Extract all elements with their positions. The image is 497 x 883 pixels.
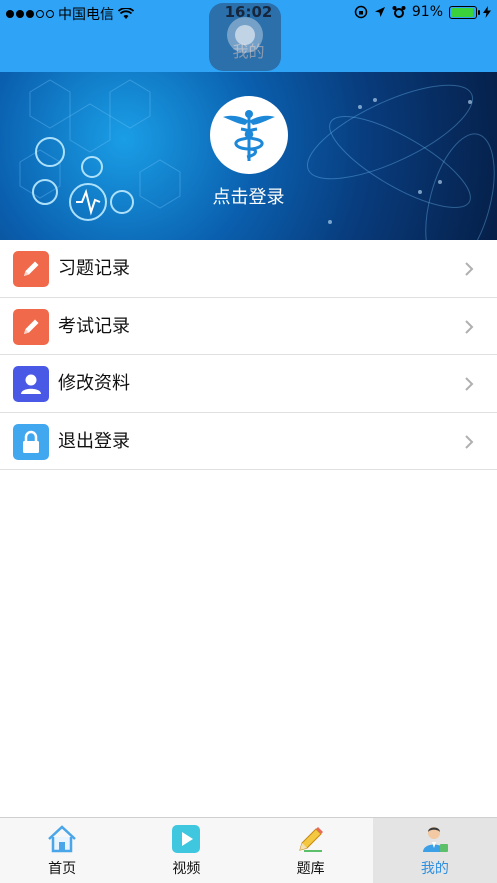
location-icon [374,7,385,17]
user-icon [13,366,49,402]
battery-percent: 91% [411,4,443,20]
assistive-touch-button[interactable] [209,3,281,71]
battery-icon [449,5,480,19]
tab-label: 视频 [172,861,201,877]
top-bar: 中国电信 16:02 91% [0,0,497,72]
lock-icon [13,423,49,460]
tab-profile[interactable]: 我的 [372,818,497,883]
charging-icon [483,6,491,18]
alarm-icon [392,6,406,18]
profile-banner: 点击登录 [0,72,497,240]
chevron-right-icon [465,434,474,449]
tab-label: 题库 [296,861,325,877]
tab-home[interactable]: 首页 [0,818,124,883]
chevron-right-icon [465,377,474,391]
tab-bar: 首页 视频 题库 我的 [0,817,497,883]
tab-question-bank[interactable]: 题库 [249,818,373,883]
question-bank-icon [298,827,323,852]
profile-icon [422,827,448,852]
menu-item-exam-records[interactable]: 考试记录 [0,297,497,355]
menu-list: 习题记录 考试记录 修改资料 退出登录 [0,240,497,470]
tab-video[interactable]: 视频 [124,818,248,883]
video-icon [172,825,201,853]
rotation-lock-icon [354,5,368,19]
tab-label: 首页 [48,861,77,877]
menu-item-edit-profile[interactable]: 修改资料 [0,355,497,413]
menu-item-exercise-records[interactable]: 习题记录 [0,240,497,298]
menu-item-label: 考试记录 [58,315,130,337]
chevron-right-icon [465,262,474,276]
menu-item-label: 退出登录 [58,430,130,452]
login-link[interactable]: 点击登录 [0,183,497,209]
tab-label: 我的 [420,861,449,877]
avatar[interactable] [210,96,288,174]
pencil-icon [13,251,49,287]
caduceus-icon [223,110,275,161]
menu-item-label: 习题记录 [58,258,130,279]
menu-item-logout[interactable]: 退出登录 [0,412,497,470]
pencil-icon [13,308,49,345]
menu-item-label: 修改资料 [58,373,130,394]
home-icon [48,825,76,853]
chevron-right-icon [465,319,474,334]
